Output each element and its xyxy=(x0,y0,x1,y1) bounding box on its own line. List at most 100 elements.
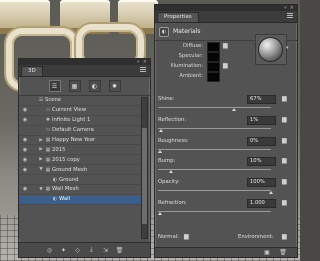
slider-track[interactable] xyxy=(158,169,271,170)
render-preview-icon[interactable]: ▣ xyxy=(263,249,271,256)
tab-3d[interactable]: 3D xyxy=(21,66,43,76)
move-to-view-icon[interactable]: ⤓ xyxy=(88,246,96,254)
light-filter-icon: ✹ xyxy=(111,82,118,90)
filter-lights-button[interactable]: ✹ xyxy=(108,80,121,92)
material-picker-dropdown-icon[interactable]: ▾ xyxy=(286,45,289,51)
material-preview-sphere[interactable] xyxy=(258,37,283,62)
scrollbar-thumb[interactable] xyxy=(142,128,147,224)
tree-row[interactable]: ◉ ▼ ▦ Wall Mesh xyxy=(19,185,143,195)
property-slider-row: Refraction: 1.000 ▆ xyxy=(158,199,294,217)
scene-tree: ☰ Scene ◉ ▭ Current View ◉ ✹ Infinite Light 1 ▭ D… xyxy=(19,96,143,239)
diffuse-swatch[interactable] xyxy=(207,42,220,52)
tree-row-label: Scene xyxy=(45,97,62,104)
tree-row[interactable]: ☰ Scene xyxy=(19,96,143,106)
material-filter-icon: ◐ xyxy=(91,82,98,90)
render-settings-icon[interactable]: ◎ xyxy=(46,247,54,254)
scene-filter-icon: ☰ xyxy=(51,82,58,90)
materials-icon: ◐ xyxy=(159,26,169,37)
light-icon: ✹ xyxy=(45,117,51,124)
specular-swatch[interactable] xyxy=(207,52,220,62)
tree-row[interactable]: ▭ Default Camera xyxy=(19,126,143,136)
slider-track[interactable] xyxy=(158,128,271,129)
delete-icon[interactable]: 🗑 xyxy=(116,247,124,254)
tree-row-label: Infinite Light 1 xyxy=(52,117,91,124)
slider-knob[interactable] xyxy=(169,170,174,173)
tree-row[interactable]: ◐ Wall xyxy=(19,194,143,205)
filter-materials-button[interactable]: ◐ xyxy=(88,80,101,92)
illumination-label: Illumination: xyxy=(170,63,203,69)
texture-folder-icon[interactable]: ▆ xyxy=(282,137,287,144)
environment-folder-icon[interactable]: ▆ xyxy=(282,233,287,240)
slider-track[interactable] xyxy=(158,211,271,212)
property-value-field[interactable]: 1.000 xyxy=(247,199,276,208)
visibility-eye-icon[interactable]: ◉ xyxy=(19,147,31,153)
property-label: Bump: xyxy=(158,158,176,164)
diffuse-label: Diffuse: xyxy=(183,43,203,49)
property-slider-row: Reflection: 1% ▆ xyxy=(158,116,294,134)
environment-label: Environment: xyxy=(238,234,274,240)
visibility-eye-icon[interactable]: ◉ xyxy=(19,167,31,173)
tree-row[interactable]: ◐ Ground xyxy=(19,175,143,186)
slider-knob[interactable] xyxy=(232,108,237,111)
material-icon: ◐ xyxy=(52,176,58,183)
texture-folder-icon[interactable]: ▆ xyxy=(282,95,287,102)
slider-track[interactable] xyxy=(158,190,271,191)
tree-row-label: 2015 xyxy=(52,146,66,153)
property-value-field[interactable]: 100% xyxy=(247,178,276,187)
tree-row[interactable]: ◉ ✹ Infinite Light 1 xyxy=(19,116,143,126)
diffuse-texture-folder-icon[interactable]: ▆ xyxy=(223,42,228,49)
slider-knob[interactable] xyxy=(159,129,164,132)
visibility-eye-icon[interactable]: ◉ xyxy=(19,186,31,192)
filter-whole-scene-button[interactable]: ☰ xyxy=(48,80,61,92)
texture-folder-icon[interactable]: ▆ xyxy=(282,116,287,123)
properties-footer: ▣ 🗑 xyxy=(155,247,297,257)
add-light-icon[interactable]: ✦ xyxy=(60,247,68,254)
panel-menu-icon[interactable] xyxy=(140,67,146,72)
new-object-icon[interactable]: ◇ xyxy=(74,247,82,254)
tree-row[interactable]: ◉ ▶ ▦ Happy New Year xyxy=(19,136,143,146)
ambient-swatch[interactable] xyxy=(207,72,220,82)
panel-properties: » × Properties ◐ Materials Diffuse: ▆ Sp… xyxy=(154,4,298,258)
mesh-icon: ▦ xyxy=(45,137,51,143)
slider-track[interactable] xyxy=(158,149,271,150)
texture-folder-icon[interactable]: ▆ xyxy=(282,178,287,185)
tree-row[interactable]: ◉ ▼ ▦ Ground Mesh xyxy=(19,165,143,176)
visibility-eye-icon[interactable]: ◉ xyxy=(19,107,31,113)
property-label: Opacity: xyxy=(158,179,180,185)
slider-knob[interactable] xyxy=(269,191,273,194)
filter-meshes-button[interactable]: ▦ xyxy=(68,80,81,92)
slider-knob[interactable] xyxy=(158,150,162,153)
tree-row[interactable]: ◉ ▶ ▦ 2015 copy xyxy=(19,155,143,166)
visibility-eye-icon[interactable]: ◉ xyxy=(19,157,31,163)
illumination-swatch[interactable] xyxy=(207,62,220,72)
tree-row[interactable]: ◉ ▭ Current View xyxy=(19,106,143,116)
property-value-field[interactable]: 10% xyxy=(247,157,276,166)
filter-toolbar: ☰ ▦ ◐ ✹ xyxy=(19,77,150,96)
texture-folder-icon[interactable]: ▆ xyxy=(282,199,287,206)
texture-folder-icon[interactable]: ▆ xyxy=(282,157,287,164)
visibility-eye-icon[interactable]: ◉ xyxy=(19,137,31,143)
tree-row[interactable]: ◉ ▶ ▦ 2015 xyxy=(19,145,143,156)
panel-properties-tabbar: Properties xyxy=(155,11,297,23)
property-value-field[interactable]: 67% xyxy=(247,95,276,104)
panel-3d-footer: ◎ ✦ ◇ ⤓ ⇲ 🗑 xyxy=(19,242,150,257)
ambient-label: Ambient: xyxy=(179,73,203,79)
slider-knob[interactable] xyxy=(158,212,162,215)
property-slider-row: Shine: 67% ▆ xyxy=(158,95,294,113)
render-icon[interactable]: ⇲ xyxy=(102,247,110,254)
normal-environment-row: Normal: ▆ Environment: ▆ xyxy=(158,233,294,242)
property-value-field[interactable]: 1% xyxy=(247,116,276,125)
property-label: Roughness: xyxy=(158,138,189,144)
tree-scrollbar[interactable] xyxy=(141,97,148,239)
property-slider-row: Bump: 10% ▆ xyxy=(158,157,294,175)
property-slider-row: Roughness: 0% ▆ xyxy=(158,137,294,155)
illumination-texture-folder-icon[interactable]: ▆ xyxy=(223,62,228,69)
panel-menu-icon[interactable] xyxy=(287,13,293,18)
visibility-eye-icon[interactable]: ◉ xyxy=(19,117,31,123)
normal-folder-icon[interactable]: ▆ xyxy=(184,233,189,240)
slider-track[interactable] xyxy=(158,107,271,108)
property-value-field[interactable]: 0% xyxy=(247,137,276,146)
tab-properties[interactable]: Properties xyxy=(157,12,199,22)
delete-icon[interactable]: 🗑 xyxy=(279,249,287,256)
property-label: Refraction: xyxy=(158,200,187,206)
